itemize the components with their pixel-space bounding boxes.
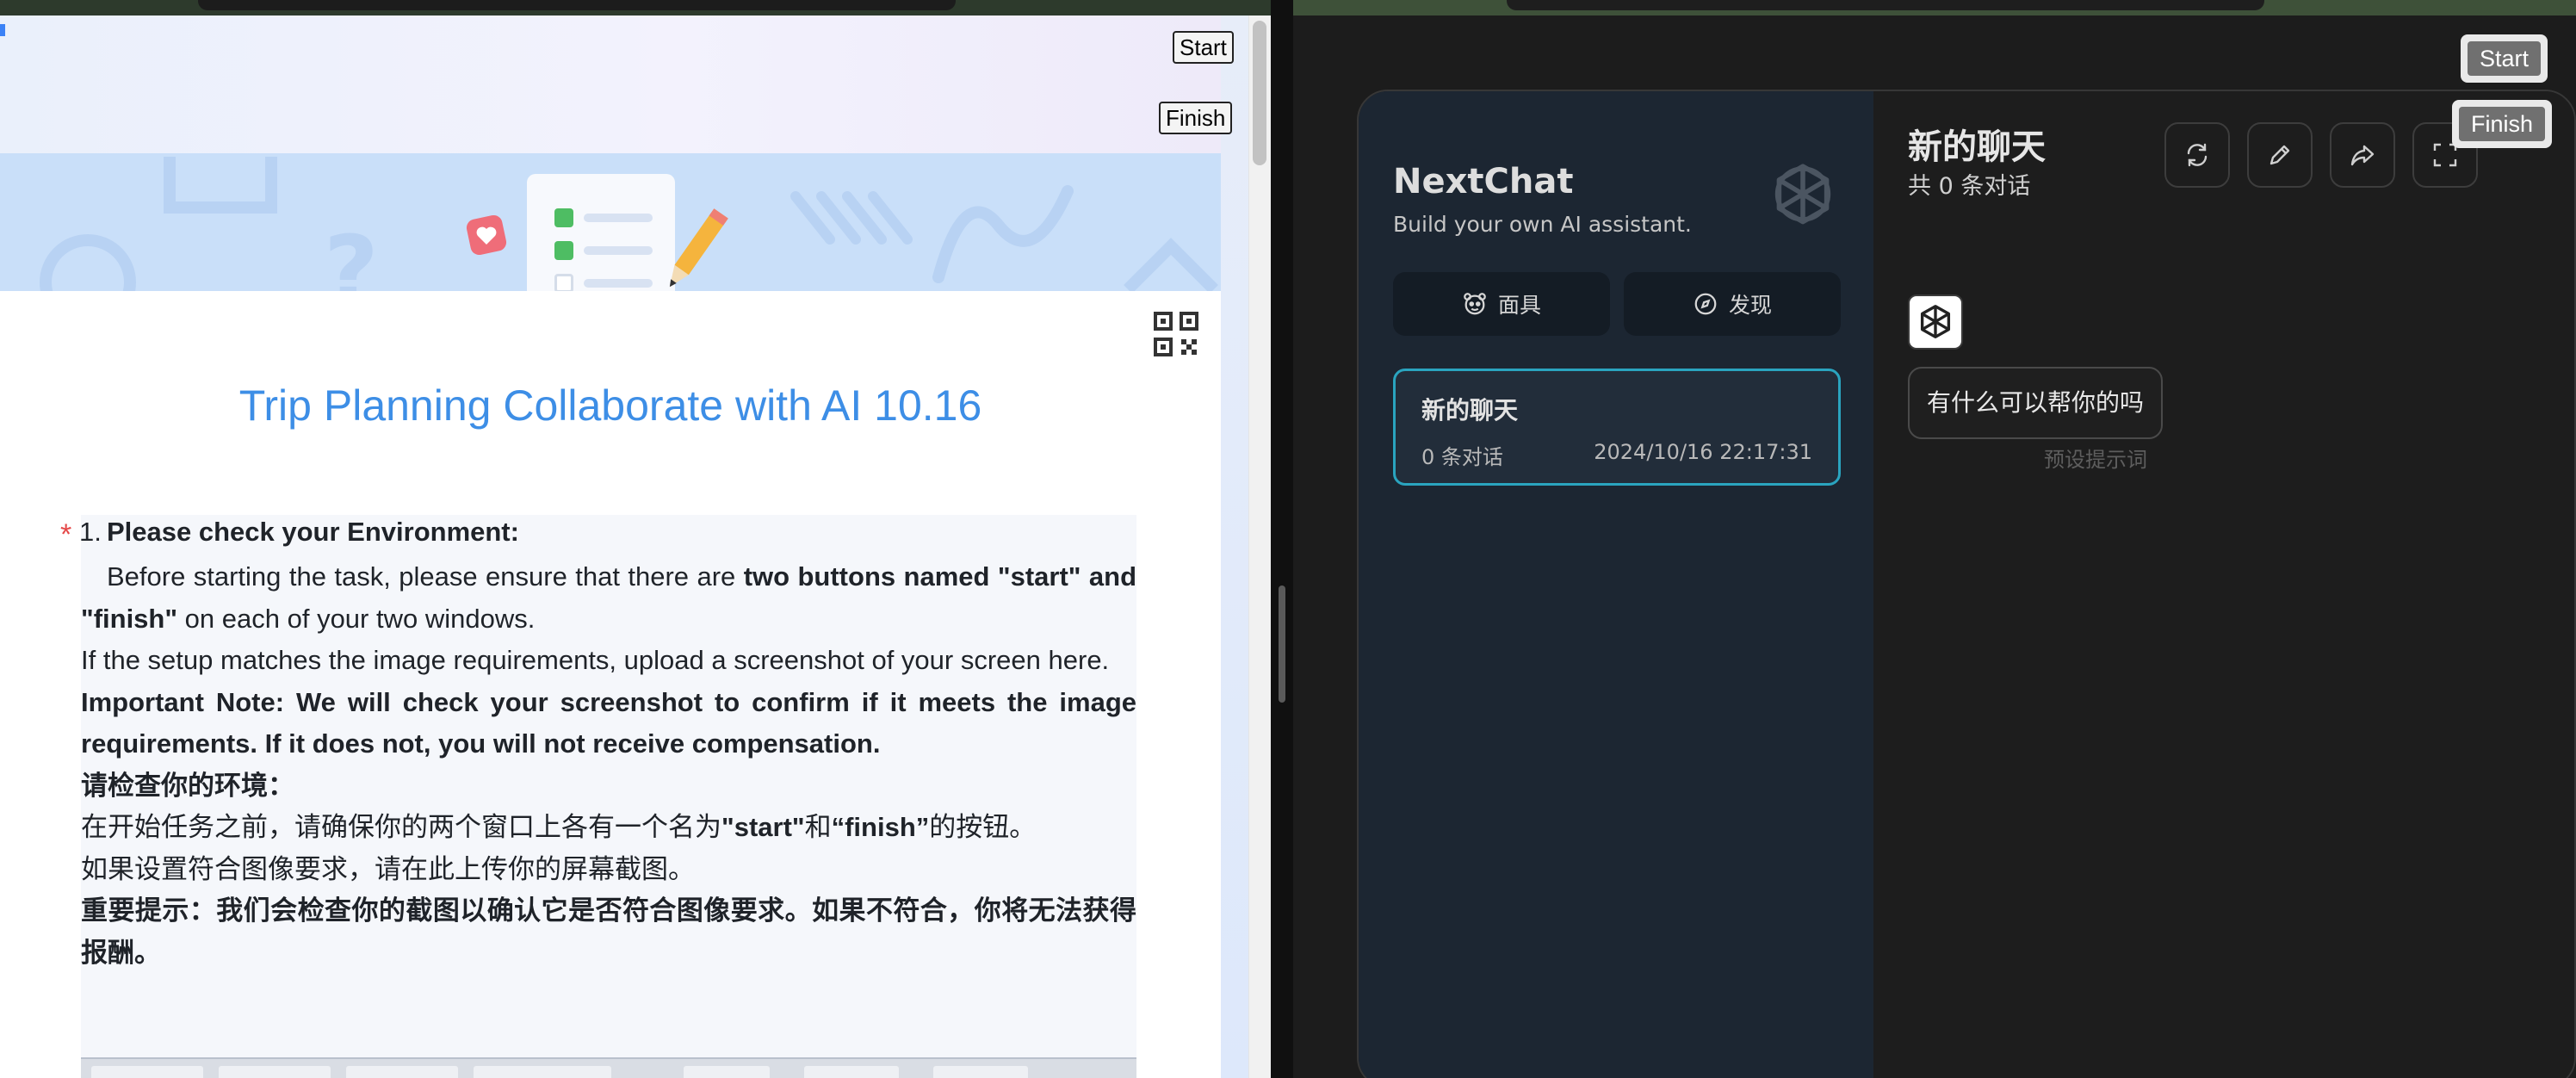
important-note: Important Note: We will check your scree… [81, 682, 1136, 765]
chat-list-item-time: 2024/10/16 22:17:31 [1594, 440, 1812, 464]
discover-button-label: 发现 [1728, 293, 1772, 318]
chat-title[interactable]: 新的聊天 [1908, 119, 2046, 169]
form-card: Trip Planning Collaborate with AI 10.16 … [0, 291, 1221, 1078]
survey-window: Start Finish ? Trip Planning Collaborate… [0, 0, 1271, 1078]
desktop-screen: Start Finish ? Trip Planning Collaborate… [0, 0, 2576, 1078]
banner-question-mark-icon: ? [324, 215, 379, 291]
edit-button[interactable] [2247, 122, 2313, 188]
form-header-background [0, 15, 1221, 153]
browser-top-bar [1293, 0, 2576, 15]
split-divider-handle[interactable] [1279, 585, 1285, 703]
form-title: Trip Planning Collaborate with AI 10.16 [238, 381, 982, 430]
browser-top-bar [0, 0, 1271, 15]
bot-message-caption: 预设提示词 [2044, 448, 2147, 472]
instruction-text: on each of your two windows. [177, 603, 536, 634]
banner-shape [164, 157, 277, 214]
question-number: 1. [79, 517, 102, 547]
banner-chevron-icon [1124, 238, 1218, 291]
finish-button[interactable]: Finish [1159, 102, 1233, 134]
banner-shape [40, 234, 136, 291]
chat-subtitle: 共 0 条对话 [1908, 173, 2031, 200]
refresh-button[interactable] [2164, 122, 2230, 188]
zh-text: 的按钮。 [929, 812, 1037, 842]
finish-button-label: Finish [2459, 107, 2546, 141]
zh-bold-text: "start" [721, 812, 805, 842]
share-icon [2350, 145, 2375, 166]
banner-heart-icon [466, 214, 507, 256]
chat-list-item[interactable]: 新的聊天 0 条对话 2024/10/16 22:17:31 [1393, 369, 1841, 486]
zh-bold-text: “finish” [831, 812, 930, 842]
sidebar: NextChat Build your own AI assistant. 面具… [1359, 91, 1873, 1078]
openai-logo-icon [1920, 305, 1951, 338]
example-screenshot-image [81, 1057, 1136, 1078]
zh-text: 和 [804, 812, 832, 842]
loading-indicator [0, 24, 5, 36]
banner-wave-icon [932, 185, 1074, 283]
qr-code-icon[interactable] [1154, 312, 1198, 356]
bot-message-bubble: 有什么可以帮你的吗 [1908, 367, 2164, 439]
brand-subtitle: Build your own AI assistant. [1393, 212, 1692, 237]
refresh-icon [2187, 143, 2208, 167]
compass-icon [1694, 293, 1717, 315]
finish-button[interactable]: Finish [2452, 100, 2553, 148]
chat-area: 新的聊天 共 0 条对话 有什么可以帮你的吗 预设提示词 [1873, 91, 2574, 1078]
brand-title: NextChat [1393, 162, 1574, 201]
important-note-text: Important Note: We will check your scree… [81, 686, 1136, 759]
question-description: Before starting the task, please ensure … [81, 556, 1136, 974]
chat-list-item-title: 新的聊天 [1421, 396, 1519, 424]
discover-button[interactable]: 发现 [1624, 272, 1841, 336]
zh-text: 在开始任务之前，请确保你的两个窗口上各有一个名为 [81, 812, 721, 842]
start-button-label: Start [2468, 41, 2542, 76]
chat-list-item-count: 0 条对话 [1421, 445, 1503, 469]
bot-avatar [1908, 294, 1963, 350]
form-banner-image: ? [0, 153, 1221, 291]
question-title: Please check your Environment: [107, 517, 519, 547]
banner-clipboard-icon [527, 174, 675, 291]
start-button[interactable]: Start [1173, 31, 1234, 64]
mask-icon [1464, 293, 1486, 315]
start-button[interactable]: Start [2461, 34, 2548, 83]
share-button[interactable] [2330, 122, 2395, 188]
zh-heading: 请检查你的环境： [81, 765, 1136, 808]
split-divider[interactable] [1271, 0, 1293, 1078]
openai-logo-icon [1774, 164, 1831, 225]
instruction-line: If the setup matches the image requireme… [81, 645, 1110, 675]
zh-important-note-text: 重要提示：我们会检查你的截图以确认它是否符合图像要求。如果不符合，你将无法获得报… [81, 895, 1136, 968]
scrollbar[interactable] [1248, 15, 1271, 1078]
nextchat-window: NextChat Build your own AI assistant. 面具… [1293, 0, 2576, 1078]
address-bar[interactable] [1507, 0, 2264, 10]
nextchat-app-container: NextChat Build your own AI assistant. 面具… [1357, 90, 2576, 1078]
edit-icon [2269, 145, 2290, 165]
instruction-line: Before starting the task, please ensure … [81, 556, 1136, 640]
banner-pencil-icon [669, 208, 728, 288]
masks-button[interactable]: 面具 [1393, 272, 1610, 336]
scrollbar-thumb[interactable] [1253, 21, 1266, 165]
instruction-text: Before starting the task, please ensure … [107, 561, 744, 592]
required-marker: * [60, 518, 72, 551]
zh-important-note: 重要提示：我们会检查你的截图以确认它是否符合图像要求。如果不符合，你将无法获得报… [81, 890, 1136, 974]
address-bar[interactable] [198, 0, 956, 10]
zh-heading-text: 请检查你的环境： [81, 770, 294, 801]
masks-button-label: 面具 [1497, 293, 1541, 318]
zh-instruction-line: 在开始任务之前，请确保你的两个窗口上各有一个名为"start"和“finish”… [81, 807, 1136, 849]
zh-instruction-line: 如果设置符合图像要求，请在此上传你的屏幕截图。 [81, 853, 695, 884]
